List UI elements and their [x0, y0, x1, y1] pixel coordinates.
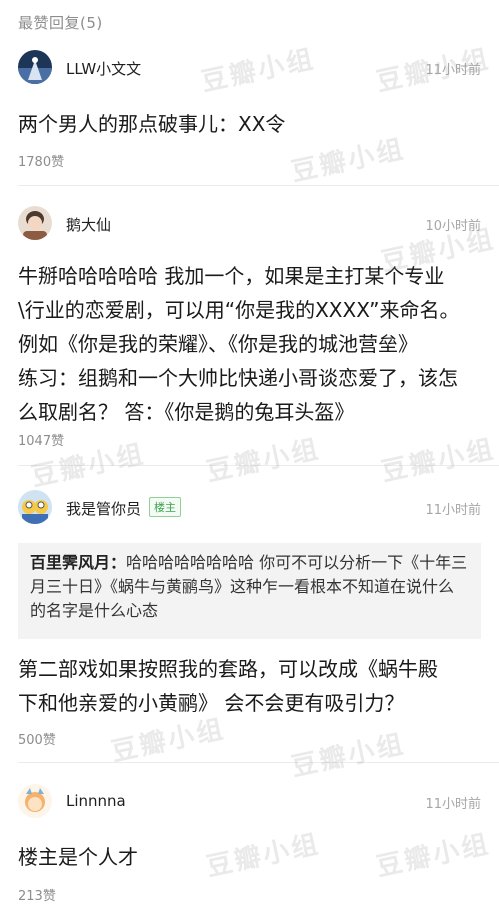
like-count[interactable]: 1047赞 — [18, 430, 64, 449]
user-avatar[interactable] — [18, 784, 52, 818]
comment-header: 鹅大仙 10小时前 — [18, 206, 481, 242]
timestamp: 11小时前 — [425, 503, 481, 518]
comment-text: 两个男人的那点破事儿：XX令 — [18, 112, 286, 136]
username[interactable]: 我是管你员 — [66, 498, 141, 519]
comment-header: 我是管你员 楼主 11小时前 — [18, 490, 481, 526]
like-count[interactable]: 213赞 — [18, 885, 56, 904]
divider — [18, 185, 499, 186]
comment-text: 楼主是个人才 — [18, 845, 138, 869]
user-avatar[interactable] — [18, 490, 52, 524]
user-avatar[interactable] — [18, 206, 52, 240]
username[interactable]: 鹅大仙 — [66, 214, 111, 235]
watermark: 豆瓣小组 — [203, 434, 324, 488]
section-header-best-replies: 最赞回复(5) — [18, 14, 103, 32]
op-badge: 楼主 — [149, 497, 181, 517]
quoted-author[interactable]: 百里霁风月： — [30, 553, 126, 572]
like-count[interactable]: 500赞 — [18, 729, 56, 748]
timestamp: 10小时前 — [425, 219, 481, 234]
divider — [18, 465, 499, 466]
watermark: 豆瓣小组 — [288, 729, 409, 783]
quoted-reply: 百里霁风月：哈哈哈哈哈哈哈哈 你可不可以分析一下《十年三月三十日》《蜗牛与黄鹂鸟… — [18, 543, 481, 639]
comment-text: 牛掰哈哈哈哈哈 我加一个，如果是主打某个专业 \行业的恋爱剧，可以用“你是我的X… — [18, 264, 460, 424]
timestamp: 11小时前 — [425, 797, 481, 812]
timestamp: 11小时前 — [425, 63, 481, 78]
comment-header: LLW小文文 11小时前 — [18, 50, 481, 86]
username[interactable]: Linnnna — [66, 792, 126, 810]
like-count[interactable]: 1780赞 — [18, 151, 64, 170]
divider — [18, 762, 499, 763]
comment-text: 第二部戏如果按照我的套路，可以改成《蜗牛殿 下和他亲爱的小黄鹂》 会不会更有吸引… — [18, 657, 438, 715]
username[interactable]: LLW小文文 — [66, 58, 141, 79]
comment-header: Linnnna 11小时前 — [18, 784, 481, 820]
user-avatar[interactable] — [18, 50, 52, 84]
watermark: 豆瓣小组 — [378, 434, 499, 488]
